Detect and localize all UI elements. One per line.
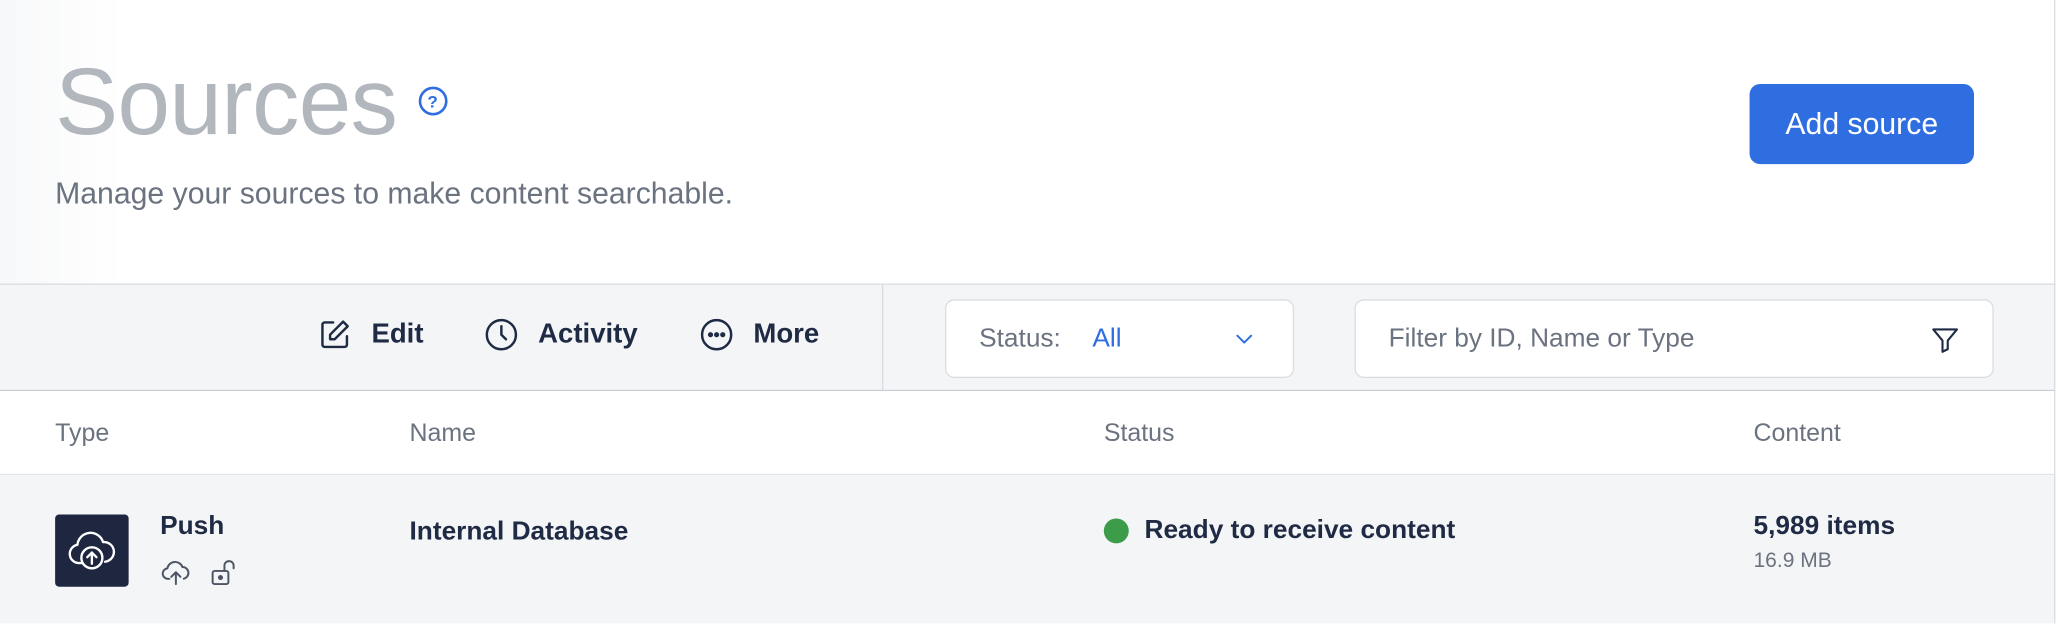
help-circle-icon[interactable]: ? xyxy=(418,86,448,116)
source-status: Ready to receive content xyxy=(1144,515,1456,545)
chevron-down-icon xyxy=(1236,334,1253,344)
clock-icon xyxy=(485,318,518,351)
table-header: Type Name Status Content xyxy=(0,391,2056,476)
edit-button[interactable]: Edit xyxy=(316,316,424,353)
column-header-status[interactable]: Status xyxy=(1104,420,1175,449)
edit-label: Edit xyxy=(371,318,424,350)
activity-label: Activity xyxy=(538,318,638,350)
filter-search-input[interactable] xyxy=(1355,300,1908,377)
page-subtitle: Manage your sources to make content sear… xyxy=(55,175,734,210)
filter-search-box xyxy=(1354,299,1994,378)
filter-funnel-icon[interactable] xyxy=(1929,324,1961,356)
content-items-count: 5,989 items xyxy=(1753,511,1896,541)
status-filter-label: Status: xyxy=(979,323,1061,353)
toolbar: Edit Activity More Status: All Filter by… xyxy=(0,283,2056,392)
title-row: Sources ? xyxy=(55,49,448,155)
table-row[interactable]: Push Internal Database Ready to receive … xyxy=(0,475,2056,624)
page-header: Sources ? Manage your sources to make co… xyxy=(0,0,2058,284)
more-horizontal-icon xyxy=(700,318,733,351)
action-buttons: Edit Activity More xyxy=(0,284,884,390)
sources-page: Sources ? Manage your sources to make co… xyxy=(0,0,2058,624)
status-filter-select[interactable]: Status: All xyxy=(945,299,1295,378)
status-indicator-dot xyxy=(1103,518,1129,544)
activity-button[interactable]: Activity xyxy=(483,316,638,353)
edit-icon xyxy=(321,320,349,349)
page-title: Sources xyxy=(55,49,398,155)
cloud-upload-icon xyxy=(161,560,190,586)
unlock-icon xyxy=(211,560,235,586)
source-name[interactable]: Internal Database xyxy=(410,517,629,547)
add-source-button[interactable]: Add source xyxy=(1749,84,1974,165)
column-header-name[interactable]: Name xyxy=(410,420,477,449)
more-button[interactable]: More xyxy=(698,316,819,353)
cloud-upload-icon xyxy=(68,531,116,569)
column-header-content[interactable]: Content xyxy=(1754,420,1841,449)
content-size: 16.9 MB xyxy=(1753,549,1832,573)
push-source-tile xyxy=(55,514,129,587)
source-type: Push xyxy=(160,511,225,541)
more-label: More xyxy=(753,318,820,350)
column-header-type[interactable]: Type xyxy=(55,420,109,449)
status-filter-value: All xyxy=(1092,323,1122,353)
